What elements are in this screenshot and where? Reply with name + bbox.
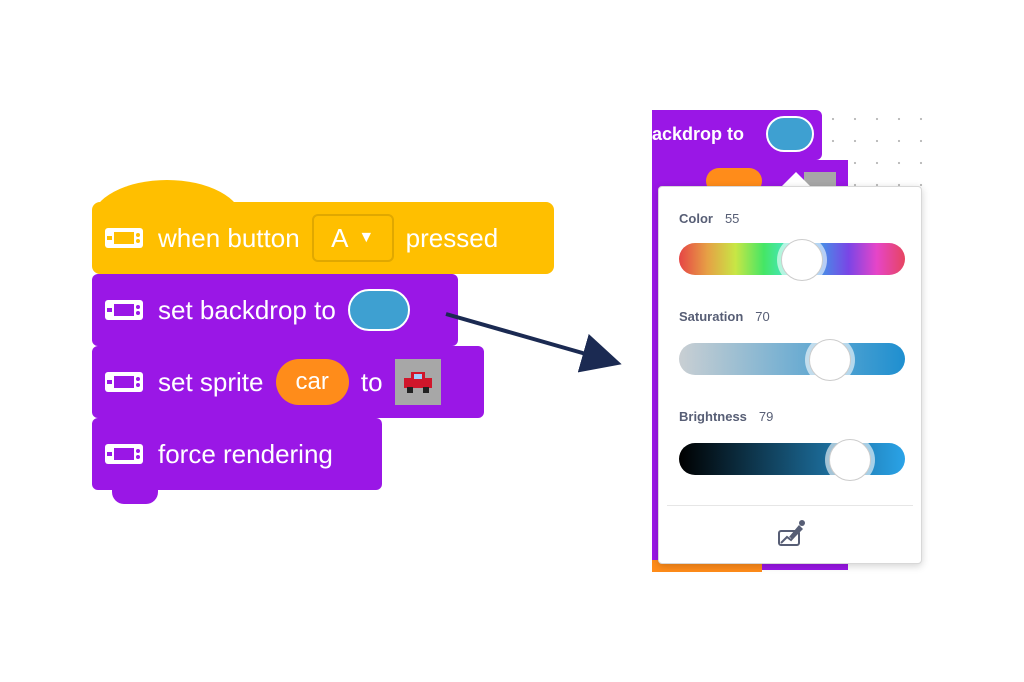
color-slider[interactable] xyxy=(679,239,905,281)
pressed-label: pressed xyxy=(405,222,499,253)
saturation-row-label: Saturation 70 xyxy=(679,309,770,324)
gamepad-icon xyxy=(105,228,143,248)
saturation-slider[interactable] xyxy=(679,339,905,381)
color-slider-thumb[interactable] xyxy=(781,239,823,281)
color-value: 55 xyxy=(724,211,740,226)
force-rendering-block[interactable]: force rendering xyxy=(92,418,382,490)
eyedropper-icon[interactable] xyxy=(775,517,807,549)
color-picker-popup: Color 55 Saturation 70 Brightness 79 xyxy=(658,186,922,564)
sprite-input[interactable]: car xyxy=(275,359,349,405)
gamepad-icon xyxy=(105,300,143,320)
picker-pointer xyxy=(782,172,810,186)
costume-input[interactable] xyxy=(394,359,441,405)
saturation-value: 70 xyxy=(755,309,770,324)
set-backdrop-block[interactable]: set backdrop to xyxy=(92,274,458,346)
button-dropdown-value: A xyxy=(331,222,349,253)
button-dropdown[interactable]: A ▼ xyxy=(311,214,394,262)
brightness-row-label: Brightness 79 xyxy=(679,409,773,424)
sprite-input-value: car xyxy=(295,368,329,395)
gamepad-icon xyxy=(105,444,143,464)
to-label: to xyxy=(360,366,383,397)
cropped-block-label: ackdrop to xyxy=(652,124,745,144)
when-button-pressed-block[interactable]: when button A ▼ pressed xyxy=(92,202,554,274)
brightness-value: 79 xyxy=(758,409,774,424)
brightness-slider-thumb[interactable] xyxy=(829,439,871,481)
brightness-label: Brightness xyxy=(679,409,747,424)
picker-divider xyxy=(667,505,913,506)
set-sprite-label: set sprite xyxy=(158,366,264,397)
force-rendering-label: force rendering xyxy=(158,438,333,469)
color-label: Color xyxy=(679,211,713,226)
set-sprite-block[interactable]: set sprite car to xyxy=(92,346,484,418)
set-backdrop-label: set backdrop to xyxy=(158,294,336,325)
brightness-slider[interactable] xyxy=(679,439,905,481)
chevron-down-icon: ▼ xyxy=(358,229,375,246)
saturation-label: Saturation xyxy=(679,309,744,324)
when-button-label: when button xyxy=(158,222,300,253)
color-row-label: Color 55 xyxy=(679,211,739,226)
gamepad-icon xyxy=(105,372,143,392)
block-stack-bottom-notch xyxy=(112,490,158,504)
backdrop-color-input[interactable] xyxy=(347,289,410,331)
cropped-color-input[interactable] xyxy=(766,116,814,152)
car-icon xyxy=(403,372,432,393)
saturation-slider-thumb[interactable] xyxy=(809,339,851,381)
